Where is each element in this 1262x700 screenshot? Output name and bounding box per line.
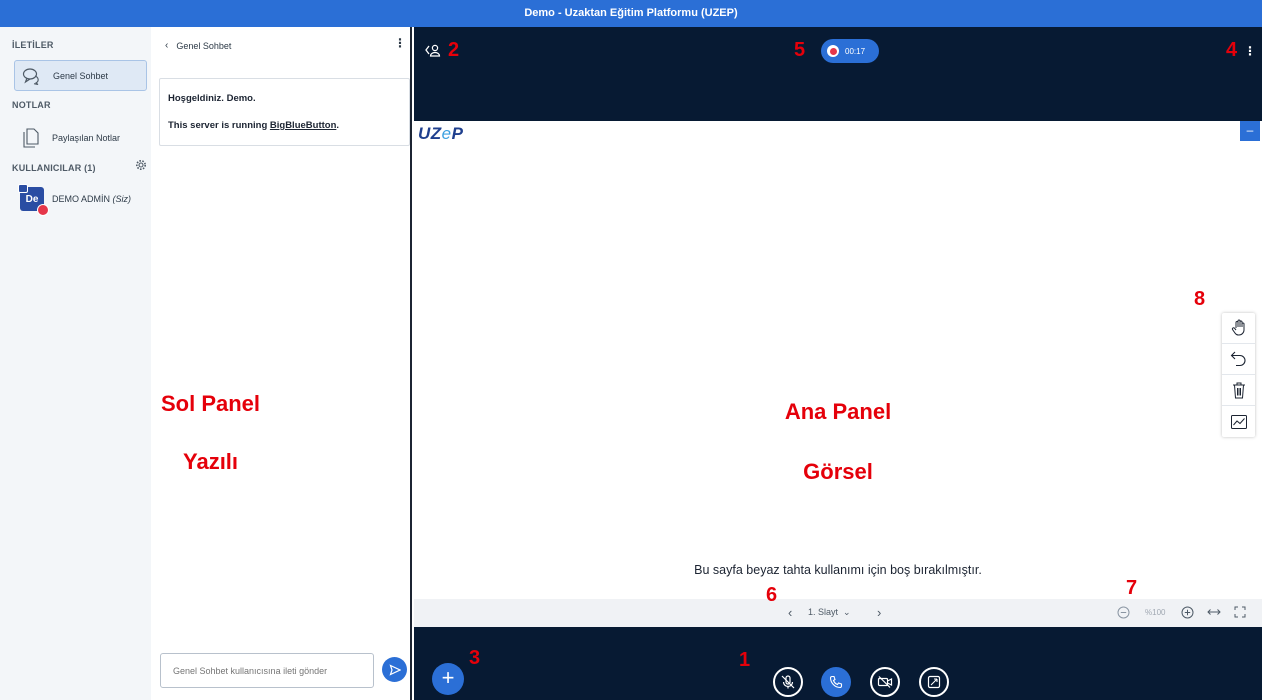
gear-icon[interactable] [135, 158, 147, 170]
send-message-button[interactable] [382, 657, 407, 682]
presentation-toolbar: 6 ‹ 1. Slayt ⌄ › 7 %100 [414, 577, 1262, 627]
actions-menu-button[interactable]: + [432, 663, 464, 695]
chevron-left-icon: ‹ [165, 40, 169, 51]
toggle-userlist-button[interactable] [425, 43, 441, 62]
fullscreen-icon [1234, 606, 1246, 618]
zoom-in-icon [1181, 606, 1194, 619]
zoom-out-icon [1117, 606, 1130, 619]
bigbluebutton-link[interactable]: BigBlueButton [270, 120, 337, 131]
slide-select[interactable]: 1. Slayt ⌄ [808, 607, 851, 618]
fit-width-icon [1207, 609, 1221, 615]
send-icon [388, 663, 401, 676]
annotation-5: 5 [794, 39, 806, 61]
sidebar-item-label: Genel Sohbet [53, 70, 109, 81]
hand-icon [1231, 319, 1244, 336]
annotation-main-sub: Görsel [803, 459, 873, 484]
annotation-7: 7 [1126, 577, 1138, 599]
mic-off-icon [781, 675, 795, 689]
sidebar: İLETİLER Genel Sohbet NOTLAR Paylaşılan … [0, 27, 151, 700]
prev-slide-button[interactable]: ‹ [788, 605, 792, 620]
hand-tool-button[interactable] [1222, 313, 1255, 344]
messages-section-title: İLETİLER [12, 40, 54, 50]
zoom-in-button[interactable] [1181, 606, 1194, 621]
trash-icon [1232, 382, 1245, 399]
multi-user-whiteboard-button[interactable] [1222, 406, 1255, 437]
annotation-8: 8 [1194, 288, 1206, 310]
sidebar-item-public-chat[interactable]: Genel Sohbet [14, 60, 147, 91]
chat-options-icon[interactable]: ⋮ [394, 37, 406, 49]
recording-button[interactable]: 00:17 [821, 39, 879, 63]
user-name: DEMO ADMİN [52, 194, 111, 204]
leave-audio-button[interactable] [821, 667, 851, 697]
record-icon [827, 45, 839, 57]
welcome-message: Hoşgeldiniz. Demo. This server is runnin… [159, 78, 410, 146]
blank-slide-text: Bu sayfa beyaz tahta kullanımı için boş … [694, 563, 982, 577]
notes-icon [20, 127, 42, 149]
phone-icon [829, 675, 843, 689]
annotation-left-panel: Sol Panel [161, 391, 261, 416]
recording-time: 00:17 [845, 46, 866, 56]
zoom-level: %100 [1145, 608, 1166, 617]
plus-icon: + [441, 665, 455, 690]
annotation-1: 1 [739, 649, 751, 671]
sidebar-item-shared-notes[interactable]: Paylaşılan Notlar [14, 122, 147, 153]
screenshare-off-icon [927, 675, 941, 689]
annotation-6: 6 [766, 584, 778, 606]
welcome-line: Hoşgeldiniz. Demo. [168, 93, 256, 104]
server-line: This server is running BigBlueButton. [168, 120, 340, 131]
zoom-out-button[interactable] [1117, 606, 1130, 621]
annotation-4: 4 [1226, 39, 1238, 61]
users-section-title: KULLANICILAR (1) [12, 163, 96, 173]
clear-all-button[interactable] [1222, 375, 1255, 406]
camera-off-icon [877, 676, 893, 688]
uzep-logo: UZeP [418, 124, 464, 143]
sidebar-item-label: Paylaşılan Notlar [52, 132, 121, 143]
muted-badge-icon [37, 204, 49, 216]
fullscreen-button[interactable] [1234, 606, 1246, 620]
presenter-icon [18, 184, 28, 193]
window-title: Demo - Uzaktan Eğitim Platformu (UZEP) [0, 0, 1262, 27]
chat-back-button[interactable]: ‹ Genel Sohbet [165, 40, 231, 51]
chevron-down-icon: ⌄ [843, 607, 851, 617]
user-list-item[interactable]: De DEMO ADMİN (Siz) [18, 184, 132, 216]
next-slide-button[interactable]: › [877, 605, 881, 620]
notes-section-title: NOTLAR [12, 100, 51, 110]
avatar: De [18, 184, 49, 216]
chat-message-input[interactable] [160, 653, 374, 688]
unmute-button[interactable] [773, 667, 803, 697]
options-menu-icon[interactable]: ⋮ [1244, 45, 1256, 57]
avatar-initials: De [25, 193, 39, 205]
chat-title: Genel Sohbet [176, 40, 232, 51]
annotation-main-panel: Ana Panel [784, 399, 892, 424]
action-bar: + 3 1 [414, 627, 1262, 700]
annotation-2: 2 [448, 39, 460, 61]
you-tag: (Siz) [112, 194, 132, 204]
fit-width-button[interactable] [1207, 607, 1221, 619]
main-top-bar: 2 5 00:17 4 ⋮ [414, 27, 1262, 121]
presentation-area: UZeP – Ana Panel Görsel 8 Bu sayfa beyaz… [414, 121, 1262, 627]
whiteboard-toolbar [1222, 313, 1255, 437]
whiteboard-icon [1230, 414, 1247, 429]
minimize-presentation-button[interactable]: – [1240, 121, 1260, 141]
user-list-toggle-icon [425, 44, 441, 57]
undo-button[interactable] [1222, 344, 1255, 375]
annotation-3: 3 [469, 647, 481, 669]
undo-icon [1230, 351, 1245, 367]
share-webcam-button[interactable] [870, 667, 900, 697]
chat-panel: ‹ Genel Sohbet ⋮ Hoşgeldiniz. Demo. This… [151, 27, 412, 700]
annotation-left-sub: Yazılı [183, 449, 239, 474]
chat-bubbles-icon [21, 65, 43, 87]
share-screen-button[interactable] [919, 667, 949, 697]
